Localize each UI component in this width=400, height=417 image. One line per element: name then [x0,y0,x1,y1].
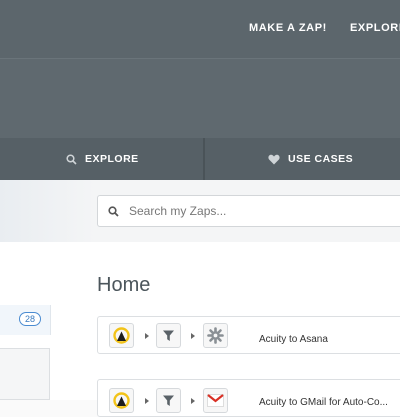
zap-row[interactable]: Acuity to Asana [97,316,400,354]
header-banner [0,58,400,139]
gear-icon [203,323,228,348]
chevron-right-icon [145,398,149,404]
subnav-explore-label: EXPLORE [85,153,139,165]
chevron-right-icon [145,333,149,339]
acuity-logo-icon [109,388,134,413]
search-input[interactable] [127,203,381,219]
zap-title[interactable]: Acuity to Asana [259,334,328,345]
explore-top-link[interactable]: EXPLORE [350,22,400,34]
gmail-icon [203,388,228,413]
zap-count-badge: 28 [19,312,41,326]
zap-title[interactable]: Acuity to GMail for Auto-Co... [259,397,388,408]
filter-icon [156,388,181,413]
subnav-use-cases-label: USE CASES [288,153,354,165]
filter-icon [156,323,181,348]
make-a-zap-link[interactable]: MAKE A ZAP! [249,22,327,34]
chevron-right-icon [191,398,195,404]
subnav-explore[interactable]: EXPLORE [66,138,139,180]
page-title: Home [97,274,151,296]
sidebar-header [0,180,96,242]
heart-icon [268,154,280,164]
top-nav-bar [0,0,400,58]
zap-row[interactable]: Acuity to GMail for Auto-Co... [97,379,400,417]
acuity-logo-icon [109,323,134,348]
search-box[interactable] [97,195,400,227]
search-icon [108,205,119,217]
search-icon [66,153,77,165]
chevron-right-icon [191,333,195,339]
sidebar-panel [0,348,50,400]
subnav-divider [203,138,205,180]
subnav-use-cases[interactable]: USE CASES [268,138,353,180]
